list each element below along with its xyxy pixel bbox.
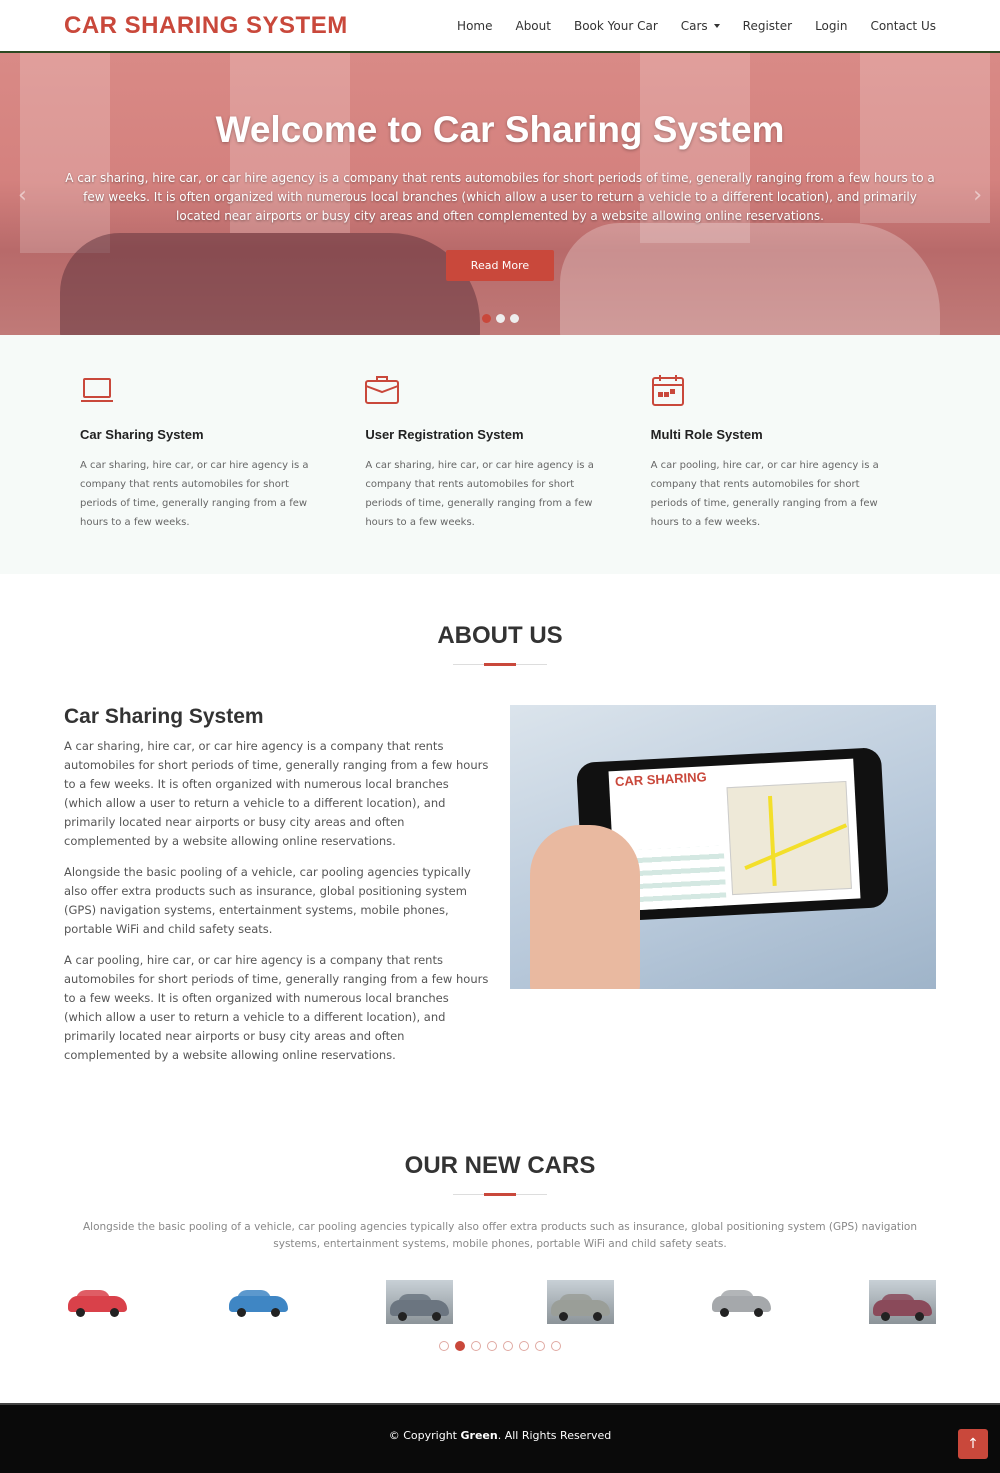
hero-carousel: ‹ › Welcome to Car Sharing System A car … [0,53,1000,335]
feature-card: User Registration System A car sharing, … [365,373,650,574]
feature-text: A car pooling, hire car, or car hire age… [650,460,879,528]
title-underline [453,663,547,666]
feature-title: User Registration System [365,427,524,442]
car-thumbnail[interactable] [386,1280,453,1324]
cars-carousel-dot[interactable] [439,1341,449,1351]
feature-title: Car Sharing System [80,427,204,442]
feature-title: Multi Role System [650,427,763,442]
car-thumbnail[interactable] [547,1280,614,1324]
about-heading: Car Sharing System [64,705,264,728]
feature-text: A car sharing, hire car, or car hire age… [80,460,309,528]
copyright-prefix: © Copyright [388,1429,461,1442]
carousel-dot[interactable] [495,314,505,323]
hand-holding-phone [529,825,640,989]
nav-login[interactable]: Login [815,19,847,33]
hero-title: Welcome to Car Sharing System [215,109,785,150]
about-title: ABOUT US [437,622,563,649]
nav-cars-dropdown[interactable]: Cars [681,19,720,33]
cars-carousel-dot[interactable] [519,1341,529,1351]
copyright-text: © Copyright Green. All Rights Reserved [389,1429,612,1442]
cars-carousel-dot[interactable] [535,1341,545,1351]
about-paragraph: Alongside the basic pooling of a vehicle… [64,865,471,936]
navbar: CAR SHARING SYSTEM Home About Book Your … [0,0,1000,53]
nav-contact-us[interactable]: Contact Us [870,19,936,33]
about-paragraph: A car sharing, hire car, or car hire age… [64,739,489,848]
carousel-dot[interactable] [481,314,491,323]
car-thumbnail[interactable] [64,1280,131,1324]
carousel-dot[interactable] [509,314,519,323]
cars-carousel-dot[interactable] [503,1341,513,1351]
footer: © Copyright Green. All Rights Reserved ↑ [0,1403,1000,1473]
cars-carousel-indicators [0,1341,1000,1351]
phone-screen: CAR SHARING [608,758,860,912]
about-text: Car Sharing System A car sharing, hire c… [64,705,490,1077]
nav-menu: Home About Book Your Car Cars Register L… [457,19,936,33]
copyright-owner[interactable]: Green [461,1429,498,1442]
carousel-next-icon[interactable]: › [973,183,982,208]
cars-carousel-dot[interactable] [455,1341,465,1351]
carousel-prev-icon[interactable]: ‹ [18,183,27,208]
nav-register[interactable]: Register [743,19,792,33]
nav-home[interactable]: Home [457,19,492,33]
cars-carousel-dot[interactable] [551,1341,561,1351]
cars-description: Alongside the basic pooling of a vehicle… [82,1221,918,1250]
cars-carousel [0,1277,1000,1327]
arrow-up-icon: ↑ [967,1436,979,1452]
car-thumbnail[interactable] [708,1280,775,1324]
about-image-phone-app: CAR SHARING [509,705,936,989]
caret-down-icon [713,24,720,28]
cars-section: OUR NEW CARS Alongside the basic pooling… [0,1152,1000,1351]
about-section: ABOUT US Car Sharing System A car sharin… [0,574,1000,1077]
nav-about[interactable]: About [515,19,550,33]
back-to-top-button[interactable]: ↑ [958,1429,988,1459]
laptop-icon [81,378,113,402]
car-thumbnail[interactable] [225,1280,292,1324]
calendar-icon [651,375,684,406]
copyright-suffix: . All Rights Reserved [497,1429,612,1442]
cars-carousel-dot[interactable] [471,1341,481,1351]
features-section: Car Sharing System A car sharing, hire c… [0,335,1000,574]
app-map [725,780,852,896]
cars-title: OUR NEW CARS [404,1152,596,1179]
carousel-indicators [0,314,1000,323]
brand-logo[interactable]: CAR SHARING SYSTEM [64,12,348,40]
feature-card: Multi Role System A car pooling, hire ca… [651,373,936,574]
title-underline [453,1193,547,1196]
feature-card: Car Sharing System A car sharing, hire c… [80,373,365,574]
app-logo: CAR SHARING [614,769,707,790]
feature-text: A car sharing, hire car, or car hire age… [365,460,594,528]
cars-carousel-dot[interactable] [487,1341,497,1351]
nav-cars-label: Cars [680,18,708,33]
nav-book-your-car[interactable]: Book Your Car [574,19,658,33]
hero-text: A car sharing, hire car, or car hire age… [65,171,935,223]
about-paragraph: A car pooling, hire car, or car hire age… [64,953,489,1062]
read-more-button[interactable]: Read More [445,250,555,281]
briefcase-icon [365,376,400,404]
car-thumbnail[interactable] [869,1280,936,1324]
